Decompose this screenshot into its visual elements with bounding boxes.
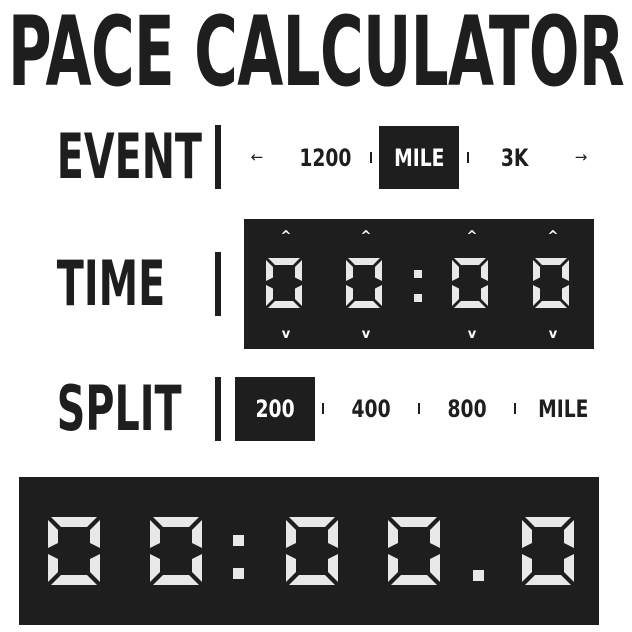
result-digit-2 (150, 517, 202, 585)
segment-f (533, 260, 540, 281)
time-digit-2 (346, 258, 382, 308)
time-digit-2-down[interactable]: v (356, 326, 376, 342)
segment-b (564, 520, 574, 548)
segment-e (388, 554, 398, 582)
split-option-mile[interactable]: MILE (528, 377, 598, 441)
segment-a (51, 517, 97, 527)
segment-c (562, 285, 569, 306)
segment-e (150, 554, 160, 582)
result-digit-1 (48, 517, 100, 585)
time-colon (408, 258, 428, 308)
segment-d (268, 301, 300, 308)
event-prev-arrow[interactable]: ← (247, 146, 267, 168)
result-digit-5 (522, 517, 574, 585)
segment-a (289, 517, 335, 527)
segment-f (286, 520, 296, 548)
segment-b (375, 260, 382, 281)
event-next-arrow[interactable]: → (571, 146, 591, 168)
segment-b (295, 260, 302, 281)
segment-f (452, 260, 459, 281)
time-digit-1-down[interactable]: v (276, 326, 296, 342)
segment-f (266, 260, 273, 281)
event-option-1200[interactable]: 1200 (290, 126, 360, 189)
segment-c (564, 554, 574, 582)
time-digit-4-up[interactable]: ^ (543, 228, 563, 244)
segment-d (289, 575, 335, 585)
segment-a (391, 517, 437, 527)
segment-d (51, 575, 97, 585)
page-title: PACE CALCULATOR (7, 0, 625, 108)
segment-a (268, 258, 300, 265)
segment-e (266, 285, 273, 306)
event-option-mile[interactable]: MILE (379, 126, 459, 189)
split-option-800[interactable]: 800 (432, 377, 502, 441)
segment-b (430, 520, 440, 548)
segment-f (522, 520, 532, 548)
split-separator-tick (418, 403, 420, 414)
result-digit-4 (388, 517, 440, 585)
time-digit-1-up[interactable]: ^ (276, 228, 296, 244)
result-digit-3 (286, 517, 338, 585)
segment-f (150, 520, 160, 548)
time-digit-3 (452, 258, 488, 308)
time-digit-3-up[interactable]: ^ (462, 228, 482, 244)
segment-e (533, 285, 540, 306)
segment-c (295, 285, 302, 306)
split-option-400[interactable]: 400 (336, 377, 406, 441)
time-digit-3-down[interactable]: v (462, 326, 482, 342)
segment-d (391, 575, 437, 585)
segment-b (562, 260, 569, 281)
split-label: SPLIT (56, 372, 182, 445)
segment-b (481, 260, 488, 281)
segment-e (346, 285, 353, 306)
segment-f (346, 260, 353, 281)
segment-d (153, 575, 199, 585)
split-divider (215, 377, 221, 441)
event-separator-tick (467, 152, 469, 163)
segment-a (348, 258, 380, 265)
segment-c (430, 554, 440, 582)
segment-f (388, 520, 398, 548)
segment-a (525, 517, 571, 527)
segment-e (48, 554, 58, 582)
segment-a (535, 258, 567, 265)
segment-d (348, 301, 380, 308)
segment-d (454, 301, 486, 308)
time-digit-4-down[interactable]: v (543, 326, 563, 342)
result-colon (226, 517, 252, 585)
split-option-200[interactable]: 200 (235, 377, 315, 441)
time-digit-1 (266, 258, 302, 308)
split-separator-tick (322, 403, 324, 414)
result-decimal-point (466, 517, 492, 585)
event-option-3k[interactable]: 3K (480, 126, 550, 189)
split-separator-tick (514, 403, 516, 414)
segment-a (454, 258, 486, 265)
segment-c (90, 554, 100, 582)
segment-d (525, 575, 571, 585)
time-digit-4 (533, 258, 569, 308)
event-separator-tick (370, 152, 372, 163)
segment-a (153, 517, 199, 527)
segment-e (522, 554, 532, 582)
segment-e (452, 285, 459, 306)
segment-b (90, 520, 100, 548)
segment-c (192, 554, 202, 582)
segment-b (192, 520, 202, 548)
segment-c (375, 285, 382, 306)
segment-e (286, 554, 296, 582)
segment-d (535, 301, 567, 308)
event-divider (215, 125, 221, 189)
event-label: EVENT (56, 120, 202, 193)
time-label: TIME (56, 247, 166, 320)
segment-f (48, 520, 58, 548)
time-digit-2-up[interactable]: ^ (356, 228, 376, 244)
segment-c (328, 554, 338, 582)
time-divider (215, 252, 221, 316)
segment-b (328, 520, 338, 548)
segment-c (481, 285, 488, 306)
